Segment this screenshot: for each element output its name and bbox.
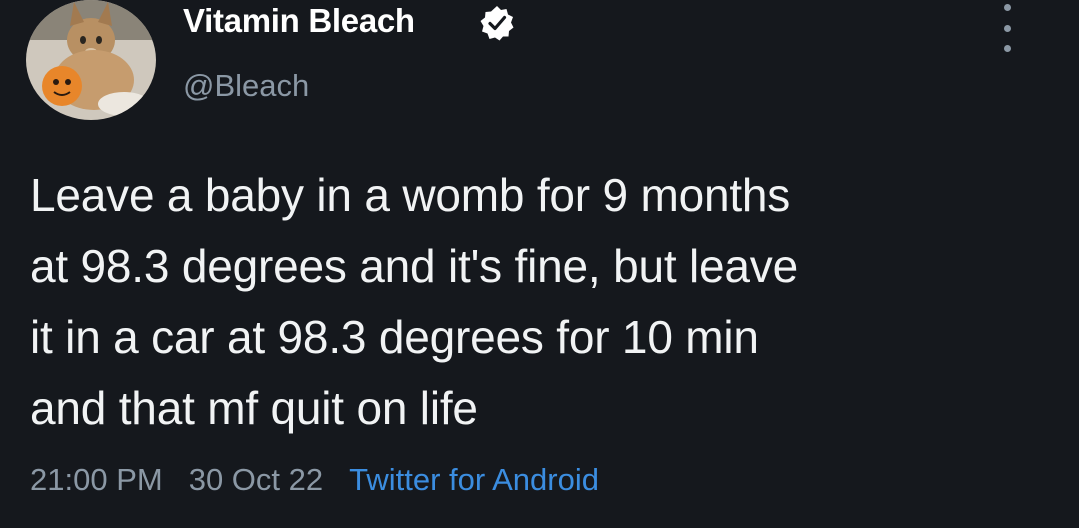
verified-badge-icon: [478, 4, 516, 42]
tweet-source-link[interactable]: Twitter for Android: [349, 462, 599, 497]
tweet-meta: 21:00 PM 30 Oct 22 Twitter for Android: [30, 462, 599, 498]
tweet-card: Vitamin Bleach @Bleach Leave a baby in a…: [0, 0, 1079, 528]
tweet-time[interactable]: 21:00 PM: [30, 462, 163, 497]
user-handle[interactable]: @Bleach: [183, 68, 309, 104]
tweet-text-line: it in a car at 98.3 degrees for 10 min: [30, 311, 759, 363]
tweet-date[interactable]: 30 Oct 22: [189, 462, 323, 497]
cat-avatar-icon: [26, 0, 156, 120]
tweet-text-line: at 98.3 degrees and it's fine, but leave: [30, 240, 798, 292]
more-options-icon[interactable]: [995, 4, 1019, 52]
avatar[interactable]: [26, 0, 156, 120]
display-name[interactable]: Vitamin Bleach: [183, 2, 415, 40]
tweet-text: Leave a baby in a womb for 9 months at 9…: [30, 160, 1060, 444]
tweet-text-line: Leave a baby in a womb for 9 months: [30, 169, 791, 221]
tweet-text-line: and that mf quit on life: [30, 382, 478, 434]
